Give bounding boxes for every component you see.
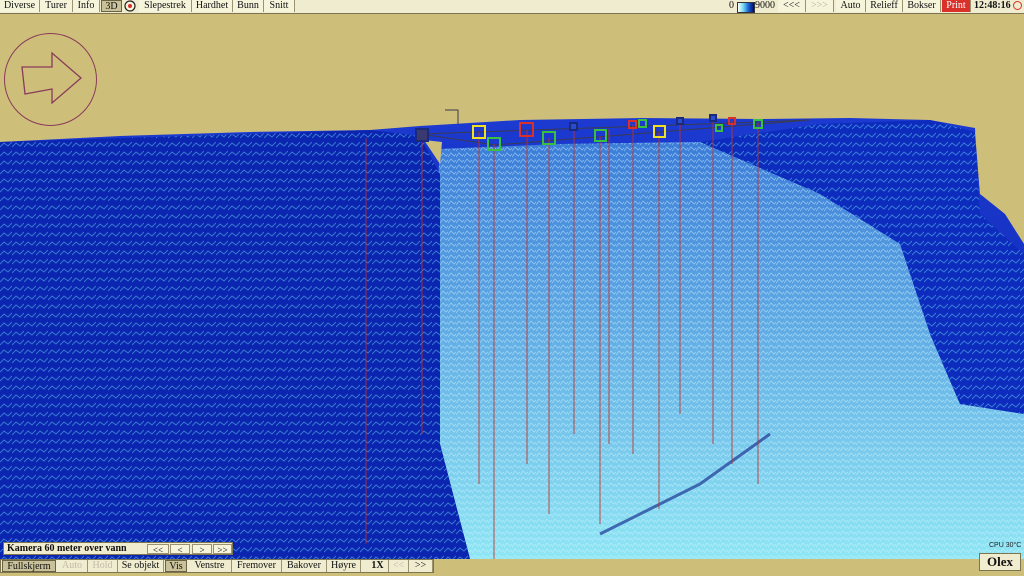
- fremover-button[interactable]: Fremover: [232, 560, 282, 572]
- bokser-button[interactable]: Bokser: [903, 0, 941, 12]
- auto-button[interactable]: Auto: [836, 0, 866, 12]
- camera-bar: Kamera 60 meter over vann << < > >>: [3, 542, 233, 555]
- hold-button[interactable]: Hold: [88, 560, 118, 572]
- bottom-control-bar: Fullskjerm Auto Hold Se objekt Vis Venst…: [0, 559, 434, 573]
- relieff-button[interactable]: Relieff: [866, 0, 903, 12]
- sun-icon[interactable]: [1013, 1, 1022, 10]
- fullskjerm-button[interactable]: Fullskjerm: [2, 560, 56, 572]
- camera-fast-forward-button[interactable]: >>: [213, 544, 232, 555]
- menu-bunn-button[interactable]: Bunn: [233, 0, 264, 12]
- history-forward-button[interactable]: >>>: [806, 0, 834, 12]
- menu-slepestrek-button[interactable]: Slepestrek: [139, 0, 192, 12]
- menu-diverse-button[interactable]: Diverse: [0, 0, 40, 12]
- menu-info-button[interactable]: Info: [73, 0, 100, 12]
- speed-up-button[interactable]: >>: [409, 560, 433, 572]
- venstre-button[interactable]: Venstre: [188, 560, 232, 572]
- print-button[interactable]: Print: [942, 0, 971, 12]
- camera-label: Kamera 60 meter over vann: [7, 543, 127, 554]
- bakover-button[interactable]: Bakover: [282, 560, 327, 572]
- camera-forward-button[interactable]: >: [192, 544, 212, 555]
- vis-button[interactable]: Vis: [165, 560, 187, 572]
- se-objekt-button[interactable]: Se objekt: [118, 560, 164, 572]
- camera-fast-back-button[interactable]: <<: [147, 544, 169, 555]
- menu-snitt-button[interactable]: Snitt: [264, 0, 295, 12]
- olex-logo[interactable]: Olex: [979, 553, 1021, 571]
- seafloor-3d-view[interactable]: [0, 14, 1024, 559]
- target-icon[interactable]: [123, 0, 137, 12]
- compass-widget[interactable]: [4, 33, 97, 126]
- menu-3d-button[interactable]: 3D: [101, 0, 122, 12]
- camera-back-button[interactable]: <: [170, 544, 190, 555]
- depth-scale-min: 0: [729, 0, 734, 11]
- top-toolbar: Diverse Turer Info 3D Slepestrek Hardhet…: [0, 0, 1024, 14]
- direction-arrow-icon: [21, 51, 82, 105]
- hoyre-button[interactable]: Høyre: [327, 560, 361, 572]
- depth-scale-bar[interactable]: [737, 2, 755, 13]
- speed-label[interactable]: 1X: [367, 560, 389, 572]
- cpu-temperature: CPU 30°C: [989, 542, 1022, 549]
- speed-down-button[interactable]: <<: [389, 560, 409, 572]
- menu-hardhet-button[interactable]: Hardhet: [192, 0, 233, 12]
- auto-mode-button[interactable]: Auto: [57, 560, 88, 572]
- depth-scale-max: 9000: [755, 0, 775, 11]
- history-back-button[interactable]: <<<: [778, 0, 806, 12]
- clock-display: 12:48:16: [974, 0, 1011, 11]
- menu-turer-button[interactable]: Turer: [40, 0, 73, 12]
